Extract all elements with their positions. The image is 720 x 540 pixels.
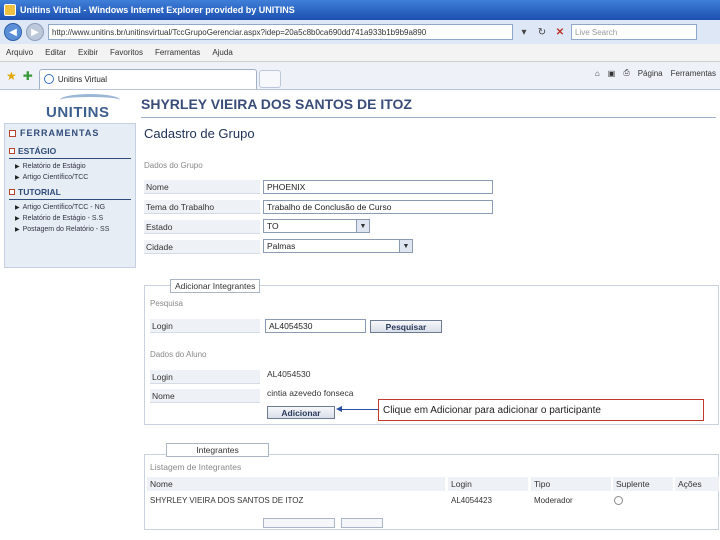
sidebar-title: FERRAMENTAS (5, 124, 135, 142)
add-favorites-icon[interactable]: ✚ (23, 69, 33, 83)
group-section-label: Dados do Grupo (144, 161, 203, 170)
sidebar-item-relatorio-ss[interactable]: ▶ Relatório de Estágio - S.S (5, 213, 135, 224)
sidebar-item-artigo-tcc[interactable]: ▶ Artigo Científico/TCC (5, 172, 135, 183)
address-toolbar: ◀ ▶ http://www.unitins.br/unitinsvirtual… (0, 20, 720, 44)
search-input[interactable]: Live Search (571, 24, 697, 40)
sidebar: FERRAMENTAS ESTÁGIO ▶ Relatório de Estági… (4, 123, 136, 268)
print-icon[interactable]: ⎙ (623, 68, 629, 78)
callout-arrow-head (336, 406, 342, 412)
header-divider (141, 117, 716, 118)
ie-app-icon (4, 4, 16, 16)
chevron-down-icon[interactable]: ▼ (356, 220, 369, 232)
cidade-select[interactable]: Palmas ▼ (263, 239, 413, 253)
user-name-heading: SHYRLEY VIEIRA DOS SANTOS DE ITOZ (141, 96, 412, 112)
col-header-nome: Nome (147, 477, 445, 491)
sidebar-section-tutorial: TUTORIAL ▶ Artigo Científico/TCC - NG ▶ Re… (5, 186, 135, 235)
menu-item-arquivo[interactable]: Arquivo (6, 48, 33, 57)
tema-input[interactable]: Trabalho de Conclusão de Curso (263, 200, 493, 214)
table-cell-tipo: Moderador (534, 495, 573, 505)
col-header-login: Login (448, 477, 528, 491)
sidebar-item-artigo-tcc-ng[interactable]: ▶ Artigo Científico/TCC - NG (5, 202, 135, 213)
action-button-stub-1[interactable] (263, 518, 335, 528)
refresh-icon[interactable]: ↻ (535, 25, 549, 39)
aluno-section-label: Dados do Aluno (150, 350, 207, 359)
window-title-bar: Unitins Virtual - Windows Internet Explo… (0, 0, 720, 20)
menu-item-ajuda[interactable]: Ajuda (212, 48, 232, 57)
pesquisar-button[interactable]: Pesquisar (370, 320, 442, 333)
login-search-label: Login (150, 319, 260, 333)
nome-label: Nome (144, 180, 260, 194)
menu-item-exibir[interactable]: Exibir (78, 48, 98, 57)
unitins-logo: UNITINS (46, 94, 136, 124)
col-header-tipo: Tipo (531, 477, 611, 491)
sidebar-section-estagio: ESTÁGIO ▶ Relatório de Estágio ▶ Artigo Ci… (5, 145, 135, 183)
aluno-login-value: AL4054530 (267, 369, 311, 379)
feeds-icon[interactable]: ▣ (608, 69, 616, 78)
home-icon[interactable]: ⌂ (595, 69, 600, 78)
col-header-acoes: Ações (675, 477, 719, 491)
tema-label: Tema do Trabalho (144, 200, 260, 214)
menu-item-editar[interactable]: Editar (45, 48, 66, 57)
callout-arrow (340, 409, 378, 410)
login-search-input[interactable]: AL4054530 (265, 319, 366, 333)
go-dropdown-icon[interactable]: ▾ (517, 25, 531, 39)
form-title: Cadastro de Grupo (144, 126, 255, 141)
forward-icon[interactable]: ▶ (26, 23, 44, 41)
table-cell-login: AL4054423 (451, 495, 492, 505)
tab-unitins-virtual[interactable]: Unitins Virtual (38, 68, 257, 89)
aluno-login-label: Login (150, 370, 260, 384)
suplente-radio[interactable] (614, 496, 623, 505)
address-input[interactable]: http://www.unitins.br/unitinsvirtual/Tcc… (48, 24, 513, 40)
ie-favicon-icon (43, 74, 54, 84)
menu-bar: Arquivo Editar Exibir Favoritos Ferramen… (0, 44, 720, 62)
menu-item-favoritos[interactable]: Favoritos (110, 48, 143, 57)
instruction-callout: Clique em Adicionar para adicionar o par… (378, 399, 704, 421)
adicionar-button[interactable]: Adicionar (267, 406, 335, 419)
stop-icon[interactable]: ✕ (553, 25, 567, 39)
window-title: Unitins Virtual - Windows Internet Explo… (20, 5, 295, 15)
sidebar-item-postagem-ss[interactable]: ▶ Postagem do Relatório - SS (5, 224, 135, 235)
estado-label: Estado (144, 220, 260, 234)
chevron-down-icon[interactable]: ▼ (399, 240, 412, 252)
cidade-label: Cidade (144, 240, 260, 254)
page-content: UNITINS SHYRLEY VIEIRA DOS SANTOS DE ITO… (0, 90, 720, 540)
pesquisa-label: Pesquisa (150, 299, 183, 308)
sidebar-item-relatorio-estagio[interactable]: ▶ Relatório de Estágio (5, 161, 135, 172)
page-menu[interactable]: Página (638, 69, 663, 78)
back-icon[interactable]: ◀ (4, 23, 22, 41)
command-bar: ⌂ ▣ ⎙ Página Ferramentas (595, 68, 716, 78)
tools-menu[interactable]: Ferramentas (671, 69, 716, 78)
action-button-stub-2[interactable] (341, 518, 383, 528)
nome-input[interactable]: PHOENIX (263, 180, 493, 194)
col-header-suplente: Suplente (613, 477, 673, 491)
cidade-value: Palmas (267, 241, 296, 251)
add-members-legend: Adicionar Integrantes (170, 279, 261, 293)
estado-select[interactable]: TO ▼ (263, 219, 370, 233)
tab-label: Unitins Virtual (57, 74, 108, 84)
table-cell-nome: SHYRLEY VIEIRA DOS SANTOS DE ITOZ (150, 495, 304, 505)
favorites-star-icon[interactable]: ★ (6, 69, 17, 83)
estado-value: TO (267, 221, 279, 231)
menu-item-ferramentas[interactable]: Ferramentas (155, 48, 200, 57)
aluno-nome-value: cintia azevedo fonseca (267, 388, 354, 398)
members-list-title: Listagem de Integrantes (150, 462, 242, 472)
aluno-nome-label: Nome (150, 389, 260, 403)
members-legend: Integrantes (166, 443, 269, 457)
new-tab-button[interactable] (258, 69, 281, 88)
